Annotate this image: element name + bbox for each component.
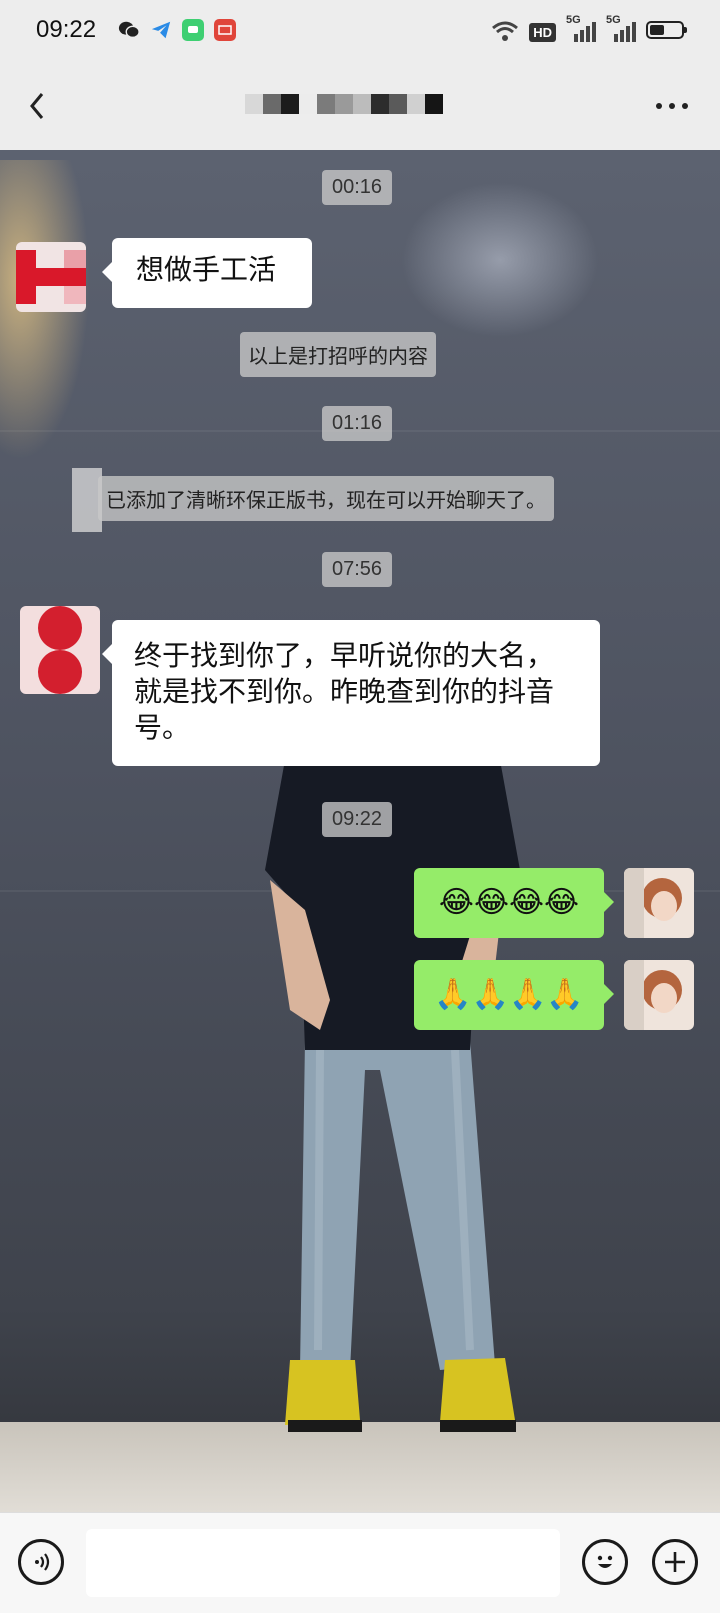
message-bubble-outgoing[interactable]: 🙏🙏🙏🙏 (414, 960, 614, 1030)
emoji-icon (597, 1555, 613, 1568)
chat-area[interactable]: 00:16 想做手工活 以上是打招呼的内容 01:16 已添加了清晰环保正版书，… (0, 150, 720, 1512)
system-message: 已添加了清晰环保正版书，现在可以开始聊天了。 (98, 476, 554, 521)
message-text: 🙏🙏🙏🙏 (434, 977, 584, 1012)
voice-icon (35, 1553, 50, 1571)
timestamp: 00:16 (322, 170, 393, 205)
more-options-button[interactable] (652, 92, 692, 122)
battery-icon (646, 21, 687, 39)
contact-avatar[interactable] (20, 606, 100, 694)
message-text: 终于找到你了，早听说你的大名，就是找不到你。昨晚查到你的抖音号。 (134, 639, 555, 744)
telegram-icon (150, 19, 172, 41)
message-text: 想做手工活 (136, 253, 277, 286)
contact-name-redacted (245, 94, 443, 114)
timestamp: 09:22 (322, 802, 393, 837)
my-avatar[interactable] (624, 868, 694, 938)
timestamp: 01:16 (322, 406, 393, 441)
message-bubble-outgoing[interactable]: 😂😂😂😂 (414, 868, 614, 938)
plus-button[interactable] (652, 1539, 698, 1585)
signal-icon-sim2: 5G (606, 14, 636, 42)
wechat-icon (118, 19, 140, 41)
wifi-icon (491, 18, 519, 42)
message-icon (182, 19, 204, 41)
message-bubble-incoming[interactable]: 终于找到你了，早听说你的大名，就是找不到你。昨晚查到你的抖音号。 (102, 620, 600, 766)
battery-level (650, 25, 664, 35)
status-time: 09:22 (36, 16, 97, 43)
chevron-left-icon (30, 93, 44, 119)
timestamp: 07:56 (322, 552, 393, 587)
voice-button[interactable] (18, 1539, 64, 1585)
news-icon (214, 19, 236, 41)
my-avatar[interactable] (624, 960, 694, 1030)
contact-avatar[interactable] (16, 242, 86, 312)
status-bar: 09:22 HD 5G 5G (0, 0, 720, 62)
system-status: HD 5G 5G (491, 14, 687, 42)
notification-icons (118, 19, 236, 41)
back-button[interactable] (22, 86, 62, 126)
message-input[interactable] (86, 1529, 560, 1597)
message-text: 😂😂😂😂 (438, 885, 580, 920)
message-bubble-incoming[interactable]: 想做手工活 (102, 238, 312, 308)
hd-icon: HD (529, 18, 556, 42)
system-message: 以上是打招呼的内容 (240, 332, 436, 377)
signal-icon-sim1: 5G (566, 14, 596, 42)
input-bar (0, 1512, 720, 1613)
more-icon (656, 103, 688, 109)
plus-icon (665, 1552, 685, 1572)
emoji-button[interactable] (582, 1539, 628, 1585)
nav-bar (0, 62, 720, 150)
